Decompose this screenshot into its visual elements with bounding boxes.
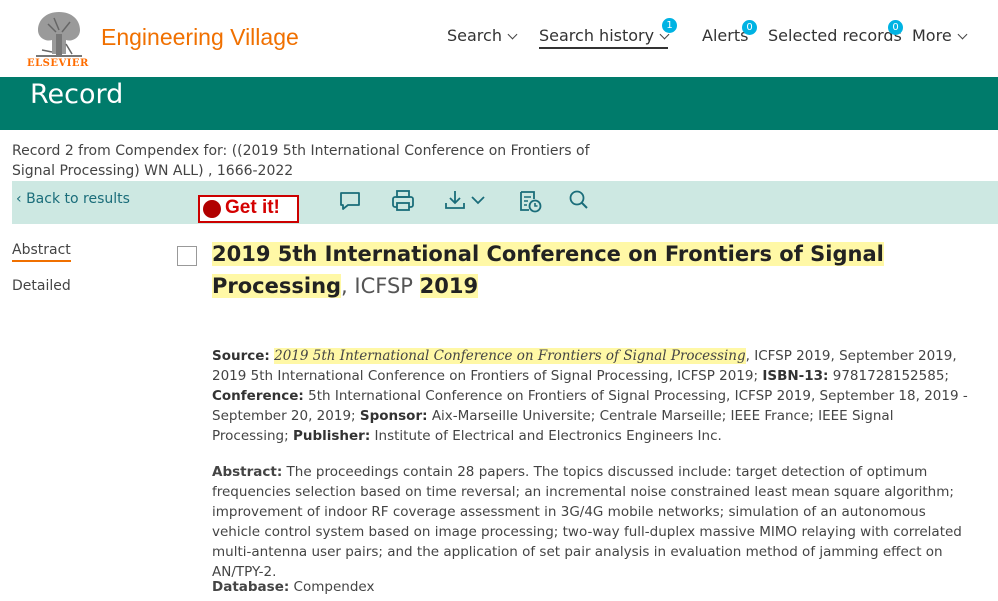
publisher-label: Publisher: [292, 428, 371, 444]
tab-abstract[interactable]: Abstract [12, 242, 71, 262]
search-history-badge: 1 [662, 18, 677, 33]
chevron-down-icon [957, 29, 968, 40]
get-it-button[interactable]: Get it! [198, 195, 299, 223]
alerts-badge: 0 [742, 20, 757, 35]
nav-more[interactable]: More [912, 26, 968, 45]
elsevier-tree-logo[interactable] [28, 4, 90, 62]
tab-detailed[interactable]: Detailed [12, 278, 71, 294]
nav-search-history[interactable]: Search history [539, 26, 670, 49]
history-icon[interactable] [517, 188, 543, 214]
page-banner: Record [0, 77, 998, 130]
nav-search-history-label: Search history [539, 26, 655, 45]
record-title[interactable]: 2019 5th International Conference on Fro… [212, 238, 982, 302]
source-title: 2019 5th International Conference on Fro… [274, 348, 746, 364]
print-icon[interactable] [390, 188, 416, 214]
source-label: Source: [212, 348, 270, 364]
nav-search-label: Search [447, 26, 502, 45]
record-source: Source: 2019 5th International Conferenc… [212, 346, 972, 446]
back-to-results-link[interactable]: ‹ Back to results [16, 191, 130, 207]
nav-more-label: More [912, 26, 952, 45]
chevron-left-icon: ‹ [16, 191, 22, 207]
record-title-main: 2019 5th International Conference on Fro… [212, 242, 884, 298]
getit-label: Get it! [225, 197, 280, 218]
select-record-checkbox[interactable] [177, 246, 197, 266]
page-title: Record [30, 79, 124, 110]
getit-shield-icon [203, 200, 221, 218]
record-toolbar: ‹ Back to results Get it! [12, 181, 998, 224]
nav-selected-records-label: Selected records [768, 26, 902, 45]
comment-icon[interactable] [337, 188, 363, 214]
record-abstract: Abstract: The proceedings contain 28 pap… [212, 462, 972, 582]
conference-label: Conference: [212, 388, 304, 404]
database-label: Database: [212, 579, 290, 595]
sponsor-label: Sponsor: [359, 408, 428, 424]
nav-search[interactable]: Search [447, 26, 518, 45]
record-database: Database: Compendex [212, 579, 374, 595]
publisher-value: Institute of Electrical and Electronics … [374, 428, 722, 444]
record-title-year: 2019 [419, 274, 479, 298]
isbn-label: ISBN-13: [762, 368, 829, 384]
abstract-label: Abstract: [212, 464, 283, 480]
header: ELSEVIER Engineering Village Search Sear… [0, 0, 998, 77]
nav-selected-records[interactable]: Selected records [768, 26, 902, 45]
selected-records-badge: 0 [888, 20, 903, 35]
brand-title[interactable]: Engineering Village [101, 24, 299, 51]
record-query-info: Record 2 from Compendex for: ((2019 5th … [12, 143, 590, 179]
isbn-value: 9781728152585; [832, 368, 949, 384]
elsevier-wordmark: ELSEVIER [27, 58, 89, 69]
abstract-text: The proceedings contain 28 papers. The t… [212, 464, 962, 580]
database-value: Compendex [293, 579, 375, 595]
chevron-down-icon [507, 29, 518, 40]
search-icon[interactable] [566, 188, 592, 214]
download-icon[interactable] [443, 188, 491, 214]
record-title-sep: , ICFSP [341, 274, 420, 298]
back-to-results-label: Back to results [26, 191, 130, 207]
